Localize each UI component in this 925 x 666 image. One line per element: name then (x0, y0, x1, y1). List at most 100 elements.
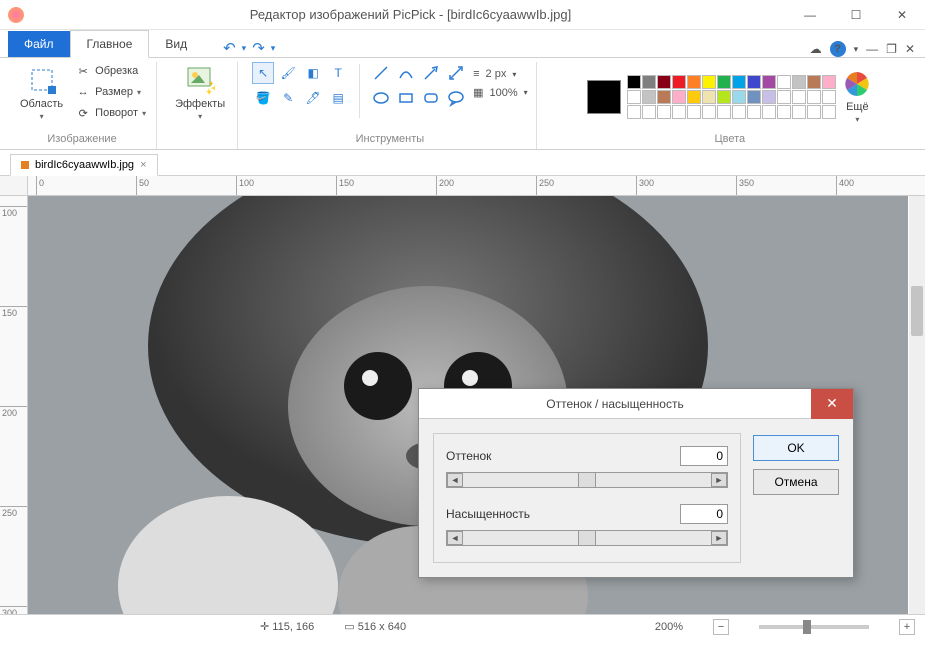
saturation-slider[interactable]: ◄ ► (446, 530, 728, 546)
dialog-close-button[interactable]: ✕ (811, 389, 853, 419)
color-swatch[interactable] (642, 75, 656, 89)
help-icon[interactable]: ? (830, 41, 846, 57)
tool-eraser[interactable]: ◧ (302, 62, 324, 84)
color-swatch[interactable] (762, 105, 776, 119)
color-swatch[interactable] (762, 90, 776, 104)
cancel-button[interactable]: Отмена (753, 469, 839, 495)
color-swatch[interactable] (792, 90, 806, 104)
tool-brush[interactable]: 🖌 (277, 62, 299, 84)
color-swatch[interactable] (642, 90, 656, 104)
shape-callout[interactable] (445, 87, 467, 109)
tab-view[interactable]: Вид (149, 31, 203, 57)
color-swatch[interactable] (747, 75, 761, 89)
select-button[interactable]: Область ▾ (16, 62, 67, 123)
color-swatch[interactable] (672, 105, 686, 119)
close-button[interactable]: ✕ (879, 0, 925, 30)
color-swatch[interactable] (747, 105, 761, 119)
color-swatch[interactable] (627, 75, 641, 89)
color-swatch[interactable] (702, 75, 716, 89)
zoom-slider[interactable] (759, 625, 869, 629)
file-tab-close[interactable]: × (140, 159, 146, 171)
tool-pencil[interactable]: ✎ (277, 87, 299, 109)
saturation-input[interactable] (680, 504, 728, 524)
shape-line[interactable] (370, 62, 392, 84)
color-swatch[interactable] (642, 105, 656, 119)
color-swatch[interactable] (732, 75, 746, 89)
zoom-knob[interactable] (803, 620, 811, 634)
slider-thumb[interactable] (578, 472, 596, 488)
color-swatch[interactable] (807, 90, 821, 104)
color-swatch[interactable] (822, 90, 836, 104)
redo-icon[interactable]: ↷ (252, 39, 265, 57)
color-swatch[interactable] (777, 105, 791, 119)
color-swatch[interactable] (717, 105, 731, 119)
color-swatch[interactable] (792, 105, 806, 119)
color-swatch[interactable] (627, 90, 641, 104)
help-drop-icon[interactable]: ▾ (854, 44, 859, 55)
color-swatch[interactable] (702, 105, 716, 119)
tool-marker[interactable]: 🖊 (302, 87, 324, 109)
shape-arrow[interactable] (420, 62, 442, 84)
stroke-width-button[interactable]: ≡2 px▾ (473, 68, 528, 80)
shape-double-arrow[interactable] (445, 62, 467, 84)
scrollbar-vertical[interactable] (909, 196, 925, 614)
effects-button[interactable]: ✨ Эффекты ▾ (171, 62, 229, 123)
undo-drop-icon[interactable]: ▾ (242, 43, 247, 54)
color-swatch[interactable] (762, 75, 776, 89)
color-swatch[interactable] (807, 75, 821, 89)
color-swatch[interactable] (657, 90, 671, 104)
tool-text[interactable]: T (327, 62, 349, 84)
tool-fill[interactable]: 🪣 (252, 87, 274, 109)
color-swatch[interactable] (822, 75, 836, 89)
color-swatch[interactable] (672, 90, 686, 104)
shape-ellipse[interactable] (370, 87, 392, 109)
rotate-button[interactable]: ⟳Поворот▾ (73, 104, 148, 122)
color-swatch[interactable] (717, 90, 731, 104)
color-swatch[interactable] (672, 75, 686, 89)
cloud-icon[interactable]: ☁ (810, 42, 822, 56)
opacity-button[interactable]: ▦100%▾ (473, 86, 528, 99)
color-swatch[interactable] (687, 75, 701, 89)
color-swatch[interactable] (807, 105, 821, 119)
hue-input[interactable] (680, 446, 728, 466)
color-swatch[interactable] (687, 105, 701, 119)
dialog-titlebar[interactable]: Оттенок / насыщенность ✕ (419, 389, 853, 419)
color-swatch[interactable] (747, 90, 761, 104)
color-swatch[interactable] (777, 75, 791, 89)
shape-curve[interactable] (395, 62, 417, 84)
ok-button[interactable]: OK (753, 435, 839, 461)
color-swatch[interactable] (657, 105, 671, 119)
shape-roundrect[interactable] (420, 87, 442, 109)
crop-button[interactable]: ✂Обрезка (73, 62, 148, 80)
tool-pointer[interactable]: ↖ (252, 62, 274, 84)
redo-drop-icon[interactable]: ▾ (271, 43, 276, 54)
ribbon-close-icon[interactable]: ✕ (905, 42, 915, 56)
shape-rect[interactable] (395, 87, 417, 109)
tab-home[interactable]: Главное (70, 30, 150, 58)
color-swatch[interactable] (657, 75, 671, 89)
more-colors-button[interactable]: Ещё ▾ (842, 69, 872, 124)
color-swatch[interactable] (777, 90, 791, 104)
scrollbar-thumb[interactable] (911, 286, 923, 336)
ribbon-restore-icon[interactable]: ❐ (886, 42, 897, 56)
color-swatch[interactable] (792, 75, 806, 89)
color-swatch[interactable] (732, 90, 746, 104)
color-swatch[interactable] (702, 90, 716, 104)
resize-button[interactable]: ↔Размер▾ (73, 83, 148, 101)
zoom-in-button[interactable]: + (899, 619, 915, 635)
slider-right-icon[interactable]: ► (711, 531, 727, 545)
maximize-button[interactable]: ☐ (833, 0, 879, 30)
current-color[interactable] (587, 80, 621, 114)
slider-left-icon[interactable]: ◄ (447, 473, 463, 487)
tool-stamp[interactable]: ▤ (327, 87, 349, 109)
tab-file[interactable]: Файл (8, 31, 70, 57)
minimize-button[interactable]: — (787, 0, 833, 30)
color-swatch[interactable] (732, 105, 746, 119)
undo-icon[interactable]: ↶ (223, 39, 236, 57)
color-swatch[interactable] (687, 90, 701, 104)
ribbon-min-icon[interactable]: — (866, 42, 878, 56)
color-swatch[interactable] (822, 105, 836, 119)
color-swatch[interactable] (627, 105, 641, 119)
hue-slider[interactable]: ◄ ► (446, 472, 728, 488)
slider-left-icon[interactable]: ◄ (447, 531, 463, 545)
